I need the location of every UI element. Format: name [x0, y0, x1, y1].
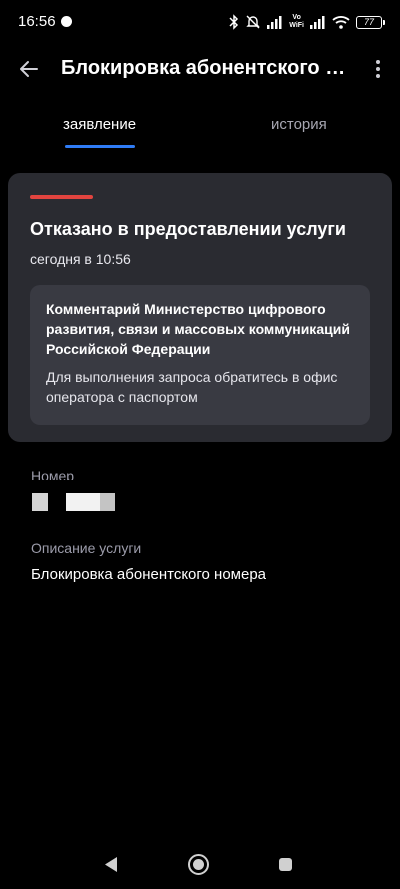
nav-recents-icon[interactable] [279, 858, 292, 871]
mute-icon [245, 14, 261, 30]
masked-number-block [32, 493, 48, 511]
tab-history[interactable]: история [271, 116, 327, 133]
masked-number-block [66, 493, 100, 511]
tab-application[interactable]: заявление [63, 116, 136, 133]
status-time: 16:56 [18, 13, 56, 30]
vowifi-top-label: Vo [292, 14, 301, 21]
masked-number-block [100, 493, 115, 511]
battery-level: 77 [363, 17, 374, 27]
status-card: Отказано в предоставлении услуги сегодня… [8, 173, 392, 442]
vowifi-bottom-label: WiFi [289, 22, 304, 29]
comment-text: Для выполнения запроса обратитесь в офис… [46, 369, 338, 405]
tab-bar: заявление история [0, 108, 400, 152]
comment-heading: Комментарий Министерство цифрового разви… [46, 301, 350, 357]
description-value: Блокировка абонентского номера [31, 566, 267, 583]
more-vertical-icon-dot [376, 67, 380, 71]
comment-box: Комментарий Министерство цифрового разви… [30, 285, 370, 425]
signal-icon [267, 15, 283, 29]
description-label: Описание услуги [31, 540, 142, 556]
battery-icon: 77 [356, 15, 385, 29]
status-bar: 16:56 Vo WiFi 77 [0, 0, 400, 44]
more-vertical-icon-dot [376, 74, 380, 78]
active-tab-indicator [65, 145, 135, 148]
app-header: Блокировка абонентского н... [0, 44, 400, 92]
back-button[interactable] [14, 54, 44, 84]
nav-back-icon[interactable] [103, 856, 119, 873]
more-vertical-icon [376, 60, 380, 64]
arrow-left-icon [20, 61, 38, 77]
notification-dot-icon [61, 16, 72, 27]
status-indicator [30, 195, 93, 199]
vowifi-icon: Vo WiFi [289, 14, 304, 30]
number-label: Номер [31, 468, 75, 480]
more-options-button[interactable] [368, 54, 388, 84]
bluetooth-icon [229, 14, 239, 30]
status-title: Отказано в предоставлении услуги [30, 219, 346, 239]
page-title: Блокировка абонентского н... [61, 57, 353, 79]
wifi-icon [332, 15, 350, 29]
status-time-label: сегодня в 10:56 [30, 251, 131, 267]
status-icons: Vo WiFi 77 [229, 12, 385, 32]
signal-icon [310, 15, 326, 29]
nav-home-icon[interactable] [188, 854, 209, 875]
system-nav-bar [0, 845, 400, 889]
